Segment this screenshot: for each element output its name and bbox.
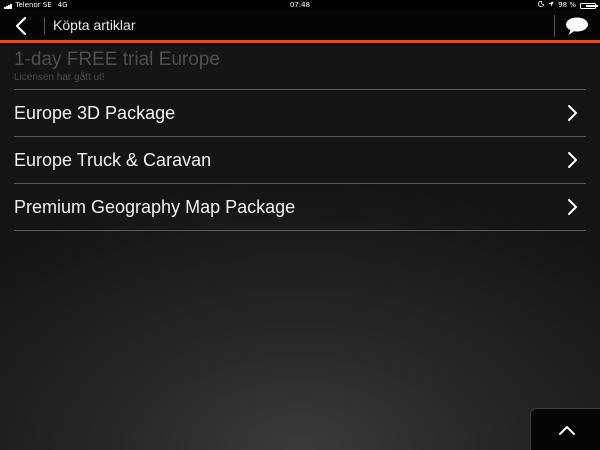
chevron-up-icon <box>559 426 575 435</box>
expired-license-item: 1-day FREE trial Europe Licensen har gåt… <box>0 43 600 90</box>
list-divider <box>14 230 586 231</box>
chevron-right-icon <box>568 152 577 168</box>
navigation-bar: Köpta artiklar <box>0 11 600 40</box>
chat-button[interactable] <box>563 16 591 36</box>
list-item-label: Premium Geography Map Package <box>14 197 296 217</box>
back-button[interactable] <box>10 15 36 37</box>
chevron-right-icon <box>568 199 577 215</box>
location-arrow-icon <box>548 0 554 11</box>
page-title: Köpta artiklar <box>53 17 136 33</box>
list-item-europe-3d-package[interactable]: Europe 3D Package <box>0 90 600 136</box>
list-item-label: Europe 3D Package <box>14 103 176 123</box>
speech-bubble-icon <box>566 17 588 35</box>
list-item-europe-truck-caravan[interactable]: Europe Truck & Caravan <box>0 137 600 183</box>
app-screen: Telenor SE 4G 07:48 98 % Köpta artiklar <box>0 0 600 450</box>
list-item-premium-geography-map-package[interactable]: Premium Geography Map Package <box>0 184 600 230</box>
battery-level-fill <box>586 4 598 7</box>
chevron-left-icon <box>15 16 27 36</box>
nav-divider-left <box>44 17 45 35</box>
moon-icon <box>538 0 545 11</box>
battery-percent: 98 % <box>558 1 576 9</box>
chevron-right-icon <box>568 105 577 121</box>
battery-icon <box>580 2 598 9</box>
expired-license-title: 1-day FREE trial Europe <box>14 49 220 70</box>
scroll-to-top-button[interactable] <box>530 408 600 450</box>
status-bar: Telenor SE 4G 07:48 98 % <box>0 0 600 11</box>
expired-license-status: Licensen har gått ut! <box>14 72 105 83</box>
list-item-label: Europe Truck & Caravan <box>14 150 212 170</box>
clock: 07:48 <box>289 1 311 9</box>
nav-divider-right <box>554 15 555 37</box>
